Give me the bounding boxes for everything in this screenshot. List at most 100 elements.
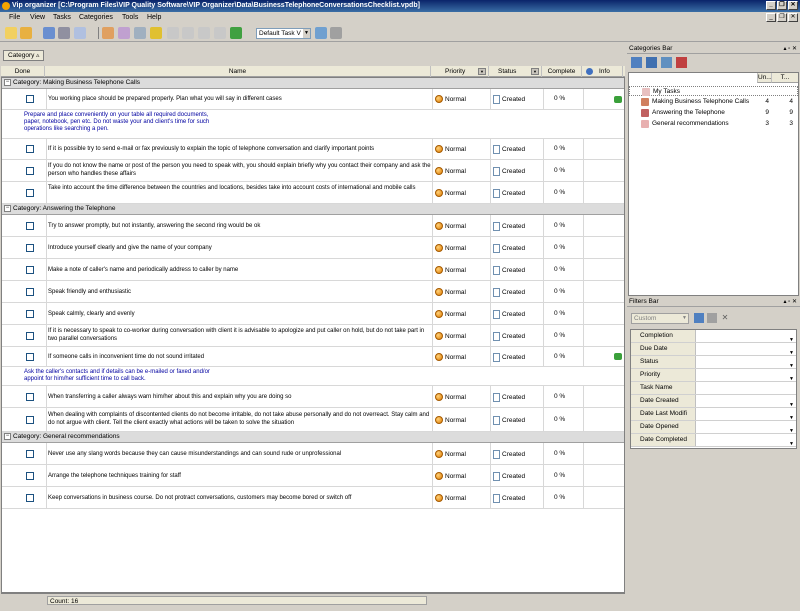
task-name[interactable]: When transferring a caller always warn h… xyxy=(48,393,432,401)
col-name[interactable]: Name xyxy=(45,66,431,77)
category-item-my-tasks[interactable]: My Tasks xyxy=(629,86,798,96)
done-checkbox[interactable] xyxy=(26,288,34,296)
task-complete[interactable]: 0 % xyxy=(554,472,565,479)
task-complete[interactable]: 0 % xyxy=(554,393,565,400)
menu-tools[interactable]: Tools xyxy=(122,14,138,21)
done-checkbox[interactable] xyxy=(26,494,34,502)
category-item[interactable]: Answering the Telephone 99 xyxy=(629,108,798,118)
task-name[interactable]: Speak friendly and enthusiastic xyxy=(48,288,432,296)
task-priority[interactable]: Normal xyxy=(435,189,466,197)
table-row[interactable]: When dealing with complaints of disconte… xyxy=(2,408,624,432)
task-priority[interactable]: Normal xyxy=(435,450,466,458)
filter-row-date-last-modified[interactable]: Date Last Modifi ▼ xyxy=(631,408,796,421)
mdi-close-button[interactable]: ✕ xyxy=(788,13,798,22)
table-row[interactable]: Take into account the time difference be… xyxy=(2,182,624,204)
task-status[interactable]: Created xyxy=(493,472,525,481)
table-row[interactable]: If it is necessary to speak to co-worker… xyxy=(2,325,624,347)
filter-row-completion[interactable]: Completion ▼ xyxy=(631,330,796,343)
task-priority[interactable]: Normal xyxy=(435,494,466,502)
done-checkbox[interactable] xyxy=(26,332,34,340)
menu-tasks[interactable]: Tasks xyxy=(53,14,71,21)
copy-icon[interactable] xyxy=(182,27,194,39)
category-row[interactable]: − Category: General recommendations xyxy=(2,432,624,443)
table-row[interactable]: When transferring a caller always warn h… xyxy=(2,386,624,408)
task-priority[interactable]: Normal xyxy=(435,393,466,401)
task-status[interactable]: Created xyxy=(493,416,525,425)
done-checkbox[interactable] xyxy=(26,353,34,361)
col-done[interactable]: Done xyxy=(1,66,45,77)
mdi-restore-button[interactable]: ❐ xyxy=(777,13,787,22)
collapse-icon[interactable]: − xyxy=(4,205,11,212)
task-status[interactable]: Created xyxy=(493,310,525,319)
task-status[interactable]: Created xyxy=(493,332,525,341)
col-info[interactable]: Info xyxy=(582,66,623,77)
filter-row-date-created[interactable]: Date Created ▼ xyxy=(631,395,796,408)
collapse-icon[interactable]: − xyxy=(4,79,11,86)
collapse-icon[interactable]: − xyxy=(4,433,11,440)
task-status[interactable]: Created xyxy=(493,393,525,402)
col-complete[interactable]: Complete xyxy=(542,66,582,77)
table-row[interactable]: Keep conversations in business course. D… xyxy=(2,487,624,509)
done-checkbox[interactable] xyxy=(26,167,34,175)
task-name[interactable]: Introduce yourself clearly and give the … xyxy=(48,244,432,252)
done-checkbox[interactable] xyxy=(26,450,34,458)
task-priority[interactable]: Normal xyxy=(435,310,466,318)
task-complete[interactable]: 0 % xyxy=(554,189,565,196)
filter-row-priority[interactable]: Priority ▼ xyxy=(631,369,796,382)
save-icon[interactable] xyxy=(43,27,55,39)
task-name[interactable]: Take into account the time difference be… xyxy=(48,184,432,192)
col-unread[interactable]: Un... xyxy=(757,73,772,83)
col-status[interactable]: Status ▼ xyxy=(489,66,542,77)
add-subcategory-icon[interactable] xyxy=(646,57,657,68)
delete-icon[interactable] xyxy=(134,27,146,39)
col-total[interactable]: T... xyxy=(771,73,798,83)
done-checkbox[interactable] xyxy=(26,393,34,401)
pane-controls[interactable]: ▴ ▫ ✕ xyxy=(784,297,798,307)
task-complete[interactable]: 0 % xyxy=(554,494,565,501)
task-priority[interactable]: Normal xyxy=(435,416,466,424)
close-filter-icon[interactable]: ✕ xyxy=(720,313,730,323)
done-checkbox[interactable] xyxy=(26,310,34,318)
mdi-minimize-button[interactable]: _ xyxy=(766,13,776,22)
task-complete[interactable]: 0 % xyxy=(554,244,565,251)
col-priority[interactable]: Priority ▼ xyxy=(431,66,489,77)
task-name[interactable]: If it is necessary to speak to co-worker… xyxy=(48,327,432,343)
task-status[interactable]: Created xyxy=(493,288,525,297)
filter-combo[interactable]: Custom ▼ xyxy=(631,313,689,324)
cut-icon[interactable] xyxy=(167,27,179,39)
delete-category-icon[interactable] xyxy=(676,57,687,68)
task-name[interactable]: When dealing with complaints of disconte… xyxy=(48,411,432,427)
note-icon[interactable] xyxy=(614,353,622,360)
task-status[interactable]: Created xyxy=(493,95,525,104)
done-checkbox[interactable] xyxy=(26,222,34,230)
new-icon[interactable] xyxy=(5,27,17,39)
apply-filter-icon[interactable] xyxy=(694,313,704,323)
pane-controls[interactable]: ▴ ▫ ✕ xyxy=(784,44,798,54)
done-checkbox[interactable] xyxy=(26,244,34,252)
table-row[interactable]: Never use any slang words because they c… xyxy=(2,443,624,465)
table-row[interactable]: Speak friendly and enthusiastic Normal C… xyxy=(2,281,624,303)
close-button[interactable]: ✕ xyxy=(788,1,798,10)
task-status[interactable]: Created xyxy=(493,222,525,231)
filter-row-due-date[interactable]: Due Date ▼ xyxy=(631,343,796,356)
done-checkbox[interactable] xyxy=(26,95,34,103)
add-category-icon[interactable] xyxy=(631,57,642,68)
minimize-button[interactable]: _ xyxy=(766,1,776,10)
task-name[interactable]: You working place should be prepared pro… xyxy=(48,95,432,103)
print-icon[interactable] xyxy=(58,27,70,39)
category-row[interactable]: − Category: Answering the Telephone xyxy=(2,204,624,215)
apply-view-icon[interactable] xyxy=(315,27,327,39)
task-priority[interactable]: Normal xyxy=(435,288,466,296)
clear-filter-icon[interactable] xyxy=(707,313,717,323)
open-icon[interactable] xyxy=(20,27,32,39)
task-priority[interactable]: Normal xyxy=(435,332,466,340)
task-name[interactable]: Try to answer promptly, but not instantl… xyxy=(48,222,432,230)
task-complete[interactable]: 0 % xyxy=(554,145,565,152)
filter-dropdown-icon[interactable]: ▼ xyxy=(478,68,486,75)
task-complete[interactable]: 0 % xyxy=(554,288,565,295)
task-name[interactable]: Keep conversations in business course. D… xyxy=(48,494,432,502)
maximize-button[interactable]: ❐ xyxy=(777,1,787,10)
filter-row-date-completed[interactable]: Date Completed ▼ xyxy=(631,434,796,447)
task-priority[interactable]: Normal xyxy=(435,145,466,153)
task-name[interactable]: Never use any slang words because they c… xyxy=(48,450,432,458)
